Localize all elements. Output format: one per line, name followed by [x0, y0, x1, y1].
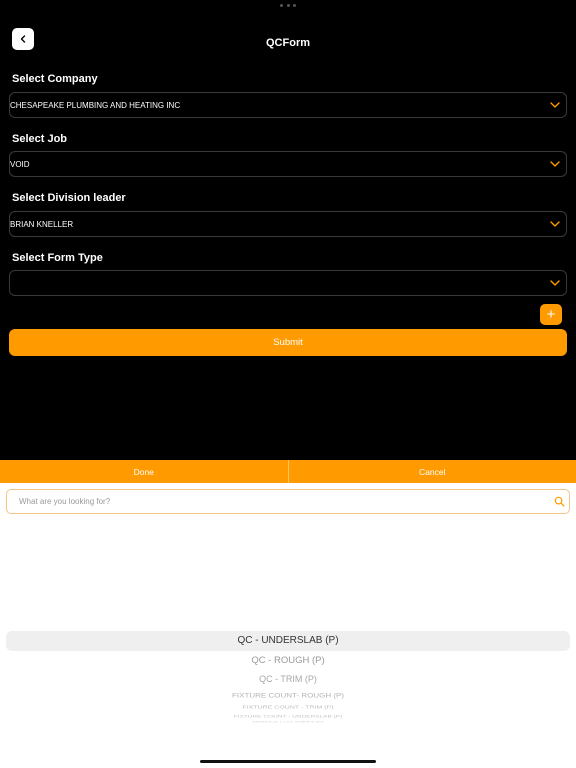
picker-option[interactable]: QC - ROUGH (P) — [0, 655, 576, 666]
job-label: Select Job — [12, 133, 68, 145]
multitasking-dots[interactable] — [280, 4, 296, 8]
add-button[interactable]: + — [540, 304, 562, 325]
company-value: CHESAPEAKE PLUMBING AND HEATING INC — [10, 100, 181, 110]
job-select[interactable]: VOID — [9, 151, 567, 177]
search-input[interactable] — [19, 490, 539, 513]
picker-toolbar: Done Cancel — [0, 460, 576, 483]
picker-option[interactable]: FIXTURE COUNT - TRIM (P) — [0, 705, 576, 710]
home-indicator — [200, 760, 376, 763]
submit-button[interactable]: Submit — [9, 329, 567, 356]
form-type-picker: Done Cancel QC - UNDERSLAB (P) QC - ROUG… — [0, 460, 576, 768]
division-leader-label: Select Division leader — [12, 192, 126, 204]
picker-option[interactable]: QC - UNDERSLAB (P) — [0, 635, 576, 646]
division-leader-select[interactable]: BRIAN KNELLER — [9, 211, 567, 237]
form-type-label: Select Form Type — [12, 252, 103, 264]
chevron-down-icon — [550, 280, 560, 286]
division-leader-value: BRIAN KNELLER — [10, 219, 74, 229]
search-field[interactable] — [6, 489, 570, 514]
form-type-select[interactable] — [9, 270, 567, 296]
chevron-down-icon — [550, 221, 560, 227]
cancel-button[interactable]: Cancel — [289, 460, 576, 483]
page-title: QCForm — [266, 37, 310, 49]
picker-option[interactable]: SERVICE LOG SHEET (P) — [0, 721, 576, 723]
picker-option[interactable]: QC - TRIM (P) — [0, 674, 576, 684]
picker-option[interactable]: FIXTURE COUNT - UNDERSLAB (P) — [0, 715, 576, 719]
company-select[interactable]: CHESAPEAKE PLUMBING AND HEATING INC — [9, 92, 567, 118]
plus-icon: + — [546, 306, 556, 323]
chevron-down-icon — [550, 161, 560, 167]
done-button[interactable]: Done — [0, 460, 288, 483]
search-icon[interactable] — [554, 496, 565, 507]
company-label: Select Company — [12, 73, 98, 85]
picker-option[interactable]: FIXTURE COUNT- ROUGH (P) — [0, 692, 576, 700]
chevron-down-icon — [550, 102, 560, 108]
job-value: VOID — [10, 159, 30, 169]
